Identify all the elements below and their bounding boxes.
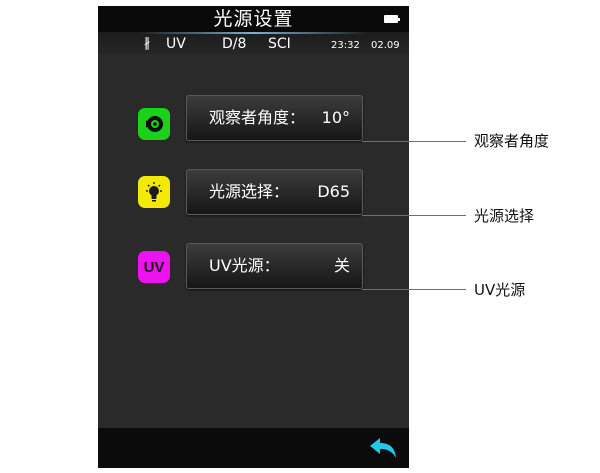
uv-light-label: UV光源： bbox=[209, 256, 280, 275]
callout-line-uv bbox=[362, 289, 466, 290]
device-screen: 光源设置 ∦ UV D/8 SCI 23:32 02.09 观察者角度： 10° bbox=[98, 6, 409, 468]
uv-light-button[interactable]: UV光源： 关 bbox=[186, 243, 363, 289]
bottom-bar bbox=[98, 428, 409, 468]
illuminant-button[interactable]: 光源选择： D65 bbox=[186, 169, 363, 215]
callout-illuminant: 光源选择 bbox=[474, 207, 535, 225]
status-bar: ∦ UV D/8 SCI 23:32 02.09 bbox=[98, 32, 409, 54]
uv-icon: UV bbox=[138, 251, 170, 283]
callout-uv: UV光源 bbox=[474, 281, 526, 299]
status-geometry: D/8 bbox=[222, 36, 247, 52]
observer-angle-label: 观察者角度： bbox=[209, 108, 306, 127]
observer-angle-value: 10° bbox=[321, 108, 350, 127]
illuminant-value: D65 bbox=[317, 182, 350, 201]
page-title: 光源设置 bbox=[213, 8, 294, 30]
callout-line-observer bbox=[362, 141, 466, 142]
status-spec: SCI bbox=[268, 36, 291, 52]
bluetooth-icon: ∦ bbox=[144, 36, 151, 51]
lightbulb-icon bbox=[138, 176, 170, 208]
callout-observer: 观察者角度 bbox=[474, 132, 550, 150]
status-mode: UV bbox=[166, 36, 186, 52]
status-time: 23:32 bbox=[331, 40, 360, 51]
status-glow bbox=[138, 32, 369, 34]
back-arrow-icon[interactable] bbox=[367, 436, 399, 462]
observer-eye-icon bbox=[138, 108, 170, 140]
uv-icon-text: UV bbox=[143, 258, 165, 276]
illuminant-label: 光源选择： bbox=[209, 182, 290, 201]
battery-icon bbox=[384, 15, 400, 23]
observer-angle-button[interactable]: 观察者角度： 10° bbox=[186, 95, 363, 141]
status-date: 02.09 bbox=[371, 40, 400, 51]
callout-line-illuminant bbox=[362, 215, 466, 216]
uv-light-value: 关 bbox=[333, 256, 350, 275]
title-bar: 光源设置 bbox=[98, 6, 409, 32]
